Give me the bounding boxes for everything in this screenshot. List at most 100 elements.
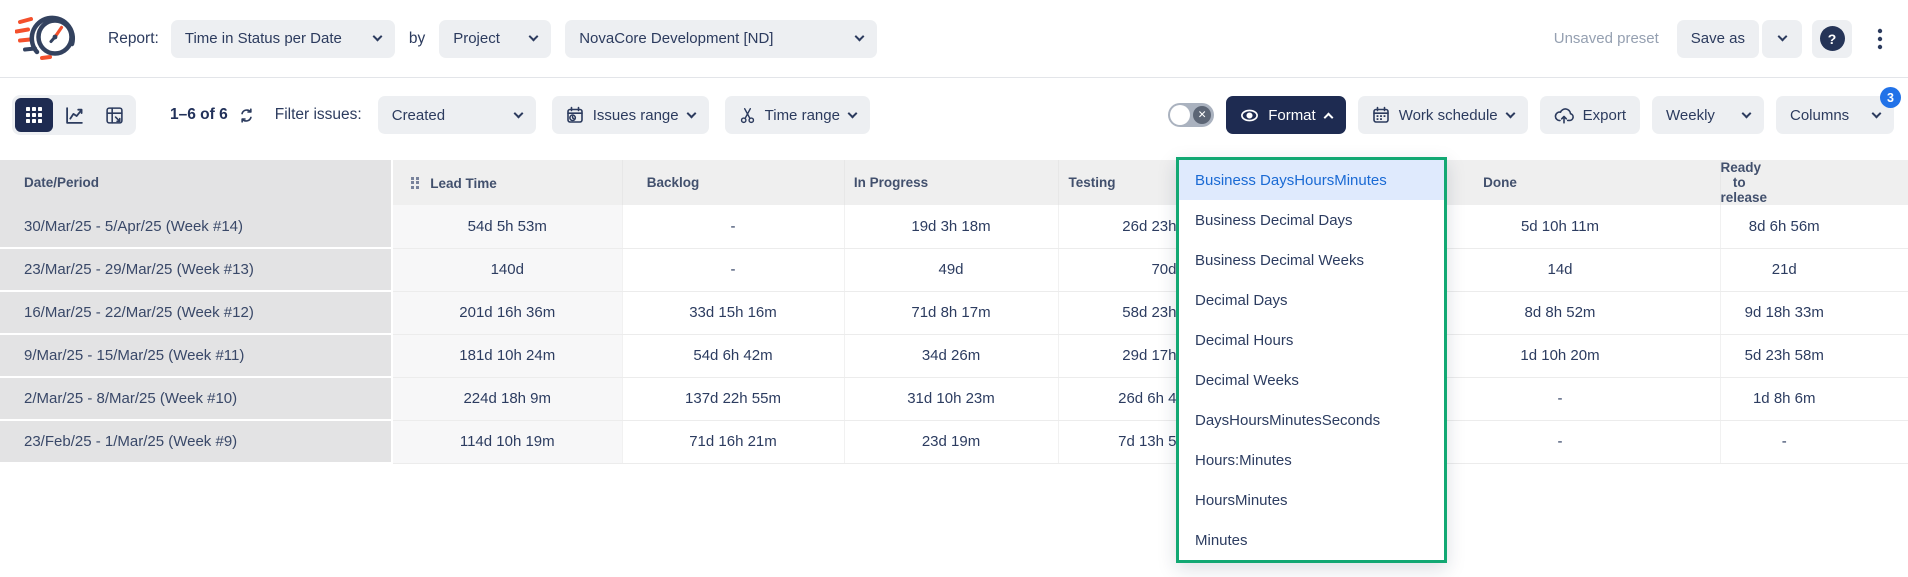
by-label: by	[409, 30, 425, 48]
table-row: 23/Feb/25 - 1/Mar/25 (Week #9)114d 10h 1…	[0, 420, 1908, 463]
report-type-select[interactable]: Time in Status per Date	[171, 20, 395, 58]
report-label: Report:	[108, 30, 159, 48]
value-cell: 71d 16h 21m	[622, 420, 844, 463]
period-cell: 23/Feb/25 - 1/Mar/25 (Week #9)	[0, 420, 392, 463]
toggle-switch[interactable]: ✕	[1168, 103, 1214, 127]
group-by-select[interactable]: Project	[439, 20, 551, 58]
column-header-backlog[interactable]: Backlog	[622, 160, 844, 205]
project-select[interactable]: NovaCore Development [ND]	[565, 20, 877, 58]
column-header-ready-to-release[interactable]: Ready to release	[1720, 160, 1908, 205]
grid-icon	[26, 107, 42, 123]
app: Report: Time in Status per Date by Proje…	[0, 0, 1908, 577]
column-header-lead-time[interactable]: Lead Time	[392, 160, 622, 205]
view-switcher	[12, 95, 136, 135]
format-option[interactable]: Business Decimal Weeks	[1179, 240, 1444, 280]
save-as-dropdown-button[interactable]	[1762, 20, 1802, 58]
value-cell: 71d 8h 17m	[844, 291, 1058, 334]
value-cell: -	[1400, 420, 1720, 463]
issues-range-button[interactable]: Issues range	[552, 96, 709, 134]
table-row: 23/Mar/25 - 29/Mar/25 (Week #13)140d-49d…	[0, 248, 1908, 291]
toggle-x-icon: ✕	[1193, 106, 1211, 124]
period-value: Weekly	[1666, 107, 1715, 124]
format-option[interactable]: HoursMinutes	[1179, 480, 1444, 520]
pivot-view-button[interactable]	[95, 98, 133, 132]
format-menu: Business DaysHoursMinutesBusiness Decima…	[1176, 157, 1447, 563]
format-option[interactable]: Business DaysHoursMinutes	[1179, 160, 1444, 200]
work-schedule-label: Work schedule	[1399, 107, 1498, 124]
chevron-down-icon	[1872, 108, 1882, 118]
value-cell: 1d 10h 20m	[1400, 334, 1720, 377]
table-row: 2/Mar/25 - 8/Mar/25 (Week #10)224d 18h 9…	[0, 377, 1908, 420]
save-as-button[interactable]: Save as	[1677, 20, 1759, 58]
columns-button[interactable]: Columns 3	[1776, 96, 1894, 134]
value-cell: 54d 6h 42m	[622, 334, 844, 377]
refresh-icon	[238, 107, 255, 124]
format-option[interactable]: Decimal Hours	[1179, 320, 1444, 360]
period-cell: 9/Mar/25 - 15/Mar/25 (Week #11)	[0, 334, 392, 377]
export-button[interactable]: Export	[1540, 96, 1640, 134]
value-cell: 54d 5h 53m	[392, 205, 622, 248]
columns-count-badge: 3	[1880, 87, 1901, 108]
format-option[interactable]: Minutes	[1179, 520, 1444, 560]
export-label: Export	[1583, 107, 1626, 124]
work-schedule-button[interactable]: Work schedule	[1358, 96, 1528, 134]
period-cell: 30/Mar/25 - 5/Apr/25 (Week #14)	[0, 205, 392, 248]
column-header-in-progress[interactable]: In Progress	[844, 160, 1058, 205]
preset-status: Unsaved preset	[1554, 30, 1659, 47]
pagination-label: 1–6 of 6	[170, 106, 228, 124]
value-cell: 9d 18h 33m	[1720, 291, 1908, 334]
more-menu-button[interactable]	[1862, 20, 1898, 58]
report-table-body: 30/Mar/25 - 5/Apr/25 (Week #14)54d 5h 53…	[0, 205, 1908, 463]
chevron-down-icon	[1505, 108, 1515, 118]
table-row: 9/Mar/25 - 15/Mar/25 (Week #11)181d 10h …	[0, 334, 1908, 377]
format-option[interactable]: Decimal Weeks	[1179, 360, 1444, 400]
format-option[interactable]: Business Decimal Days	[1179, 200, 1444, 240]
group-by-value: Project	[453, 30, 500, 47]
time-range-button[interactable]: Time range	[725, 96, 870, 134]
filter-issues-label: Filter issues:	[275, 106, 362, 124]
format-option[interactable]: Hours:Minutes	[1179, 440, 1444, 480]
chevron-down-icon	[529, 32, 539, 42]
value-cell: 34d 26m	[844, 334, 1058, 377]
help-button[interactable]: ?	[1812, 20, 1852, 58]
question-mark-icon: ?	[1820, 26, 1845, 51]
value-cell: 114d 10h 19m	[392, 420, 622, 463]
column-header-date-period[interactable]: Date/Period	[0, 160, 392, 205]
column-header-done[interactable]: Done	[1400, 160, 1720, 205]
chevron-down-icon	[855, 32, 865, 42]
save-as-group: Save as	[1677, 20, 1802, 58]
value-cell: -	[622, 248, 844, 291]
pivot-table-icon	[105, 106, 124, 125]
value-cell: 181d 10h 24m	[392, 334, 622, 377]
scissors-icon	[739, 107, 756, 124]
chevron-down-icon	[1777, 32, 1787, 42]
format-option[interactable]: Decimal Days	[1179, 280, 1444, 320]
topbar-right: Unsaved preset Save as ?	[1554, 20, 1898, 58]
value-cell: 8d 8h 52m	[1400, 291, 1720, 334]
drag-handle-icon[interactable]	[411, 177, 419, 189]
value-cell: 19d 3h 18m	[844, 205, 1058, 248]
toolbar: 1–6 of 6 Filter issues: Created Issues r…	[0, 94, 1908, 136]
value-cell: 49d	[844, 248, 1058, 291]
value-cell: 14d	[1400, 248, 1720, 291]
chevron-down-icon	[847, 108, 857, 118]
value-cell: 137d 22h 55m	[622, 377, 844, 420]
value-cell: 23d 19m	[844, 420, 1058, 463]
refresh-button[interactable]	[236, 105, 257, 126]
period-select[interactable]: Weekly	[1652, 96, 1764, 134]
calendar-clock-icon	[566, 106, 584, 124]
time-range-label: Time range	[765, 107, 840, 124]
table-view-button[interactable]	[15, 98, 53, 132]
calendar-icon	[1372, 106, 1390, 124]
format-button[interactable]: Format	[1226, 96, 1346, 134]
chevron-down-icon	[1742, 108, 1752, 118]
period-cell: 2/Mar/25 - 8/Mar/25 (Week #10)	[0, 377, 392, 420]
format-option[interactable]: DaysHoursMinutesSeconds	[1179, 400, 1444, 440]
chart-view-button[interactable]	[55, 98, 93, 132]
save-as-label: Save as	[1691, 30, 1745, 47]
filter-field-select[interactable]: Created	[378, 96, 536, 134]
issues-range-label: Issues range	[593, 107, 679, 124]
value-cell: 21d	[1720, 248, 1908, 291]
columns-label: Columns	[1790, 107, 1849, 124]
app-logo	[14, 9, 82, 69]
